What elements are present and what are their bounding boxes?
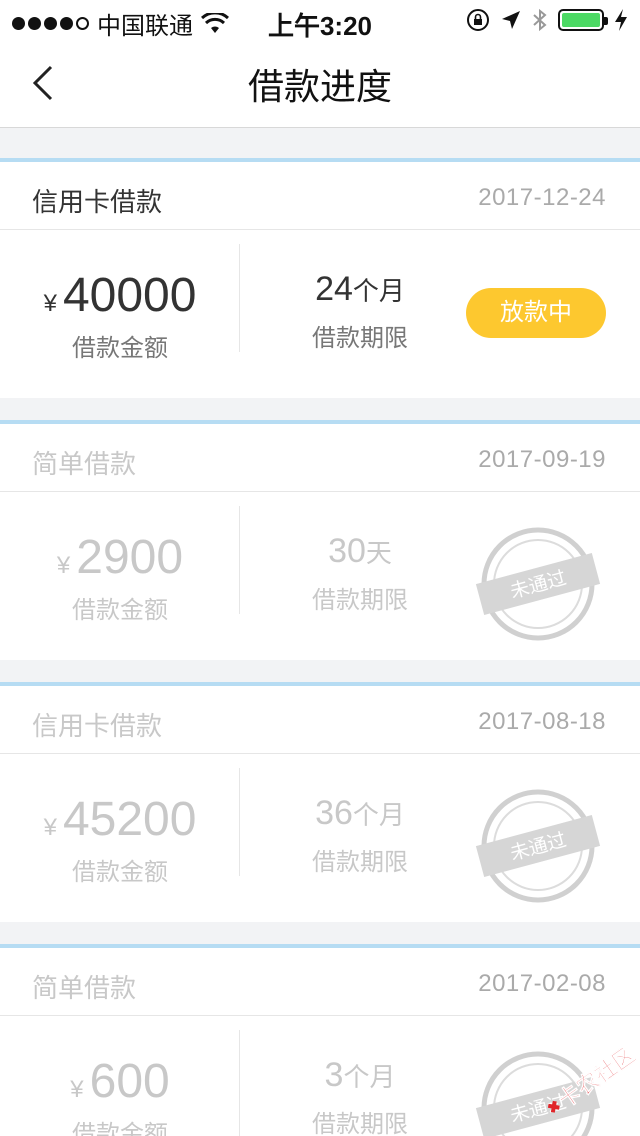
- loan-type: 信用卡借款: [32, 711, 163, 741]
- amount-value: 45200: [62, 793, 197, 846]
- battery-icon: [558, 9, 608, 31]
- amount-label: 借款金额: [72, 1121, 168, 1136]
- watermark-logo: 卡农社区: [547, 1048, 638, 1114]
- currency-symbol: ¥: [43, 290, 57, 317]
- loan-date: 2017-02-08: [478, 970, 606, 997]
- loan-date: 2017-12-24: [478, 184, 606, 211]
- rejected-stamp-icon: 未通过: [475, 527, 601, 641]
- nav-bar: 借款进度: [0, 40, 640, 128]
- loan-amount: ¥45200: [0, 794, 240, 846]
- loan-type: 简单借款: [32, 449, 137, 479]
- term-label: 借款期限: [312, 1111, 408, 1136]
- amount-value: 2900: [76, 531, 184, 584]
- page-title: 借款进度: [247, 66, 392, 107]
- loan-card-header: 信用卡借款 2017-08-18: [0, 686, 640, 754]
- term-number: 24: [315, 270, 353, 308]
- loan-amount: ¥40000: [0, 270, 240, 322]
- currency-symbol: ¥: [43, 814, 57, 841]
- loan-card-header: 简单借款 2017-02-08: [0, 948, 640, 1016]
- loan-card[interactable]: 信用卡借款 2017-08-18 ¥45200 借款金额 36个月 借款期限 未…: [0, 682, 640, 922]
- loan-card-header: 信用卡借款 2017-12-24: [0, 162, 640, 230]
- term-unit: 个月: [343, 1062, 396, 1092]
- loan-date: 2017-08-18: [478, 708, 606, 735]
- disbursing-status-button[interactable]: 放款中: [466, 288, 606, 338]
- bluetooth-icon: [533, 8, 547, 32]
- amount-label: 借款金额: [72, 335, 168, 362]
- rejected-stamp-icon: 未通过: [475, 789, 601, 903]
- term-number: 36: [315, 794, 353, 832]
- loan-card-body: ¥2900 借款金额 30天 借款期限 未通过: [0, 492, 640, 660]
- loan-card[interactable]: 信用卡借款 2017-12-24 ¥40000 借款金额 24个月 借款期限 放…: [0, 158, 640, 398]
- amount-label: 借款金额: [72, 859, 168, 886]
- term-unit: 天: [365, 538, 392, 568]
- term-number: 3: [324, 1056, 344, 1094]
- term-label: 借款期限: [312, 587, 408, 614]
- term-unit: 个月: [352, 800, 405, 830]
- term-unit: 个月: [352, 276, 405, 306]
- loan-card[interactable]: 简单借款 2017-09-19 ¥2900 借款金额 30天 借款期限 未通过: [0, 420, 640, 660]
- loan-term: 30天: [240, 532, 480, 571]
- loan-type: 简单借款: [32, 973, 137, 1003]
- screen: 中国联通 上午3:20 借款进度 信用卡借款 2017-12-24 ¥ 4000…: [0, 0, 640, 1136]
- term-number: 30: [328, 532, 366, 570]
- loan-term: 24个月: [240, 270, 480, 309]
- loan-card-body: ¥40000 借款金额 24个月 借款期限 放款中: [0, 230, 640, 398]
- amount-value: 600: [89, 1055, 170, 1108]
- watermark-text: 卡农社区: [553, 1048, 638, 1114]
- location-arrow-icon: [502, 11, 520, 29]
- loan-card-body: ¥45200 借款金额 36个月 借款期限 未通过: [0, 754, 640, 922]
- amount-label: 借款金额: [72, 597, 168, 624]
- currency-symbol: ¥: [56, 552, 71, 579]
- status-bar: 中国联通 上午3:20: [0, 0, 640, 41]
- term-label: 借款期限: [312, 849, 408, 876]
- loan-amount: ¥2900: [0, 532, 240, 584]
- loan-card-header: 简单借款 2017-09-19: [0, 424, 640, 492]
- loan-term: 3个月: [240, 1056, 480, 1095]
- loan-amount: ¥600: [0, 1056, 240, 1108]
- amount-value: 40000: [62, 269, 197, 322]
- rotation-lock-icon: [467, 9, 489, 31]
- charging-bolt-icon: [615, 9, 627, 31]
- term-label: 借款期限: [312, 325, 408, 352]
- currency-symbol: ¥: [70, 1076, 84, 1103]
- loan-term: 36个月: [240, 794, 480, 833]
- loan-date: 2017-09-19: [478, 446, 606, 473]
- loan-type: 信用卡借款: [32, 187, 163, 217]
